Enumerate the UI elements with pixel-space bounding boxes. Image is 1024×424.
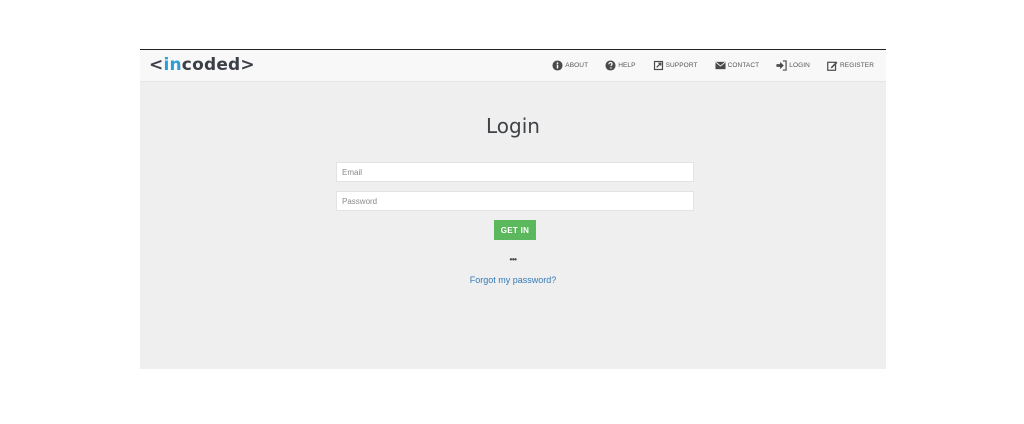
nav-item-register[interactable]: Register [827,60,874,71]
top-navbar: <incoded> About Help Support [140,50,886,82]
logo-bracket-close: > [240,55,255,75]
app-frame: <incoded> About Help Support [140,49,886,369]
nav-label-about: About [565,62,589,69]
page-title: Login [486,114,540,138]
nav-label-register: Register [839,62,874,69]
logo-bracket-open: < [149,55,164,75]
question-circle-icon [605,60,616,71]
email-field[interactable] [336,162,694,182]
info-circle-icon [552,60,563,71]
brand-logo[interactable]: <incoded> [149,54,255,76]
nav-item-contact[interactable]: Contact [715,60,760,71]
nav-label-contact: Contact [727,62,760,69]
nav-item-about[interactable]: About [552,60,588,71]
get-in-button[interactable]: GET IN [494,220,536,240]
nav-item-support[interactable]: Support [653,60,698,71]
forgot-password-link[interactable]: Forgot my password? [140,275,886,285]
nav-menu: About Help Support Contact [552,50,874,81]
separator-dots: ••• [509,255,517,264]
logo-accent: in [163,55,182,75]
nav-label-login: Login [789,62,810,69]
logo-rest: coded [181,55,241,75]
sign-in-icon [776,60,787,71]
password-field[interactable] [336,191,694,211]
nav-label-support: Support [665,62,698,69]
edit-icon [827,60,838,71]
envelope-icon [715,60,726,71]
nav-item-login[interactable]: Login [776,60,810,71]
nav-label-help: Help [618,62,636,69]
nav-item-help[interactable]: Help [605,60,635,71]
external-link-icon [653,60,664,71]
